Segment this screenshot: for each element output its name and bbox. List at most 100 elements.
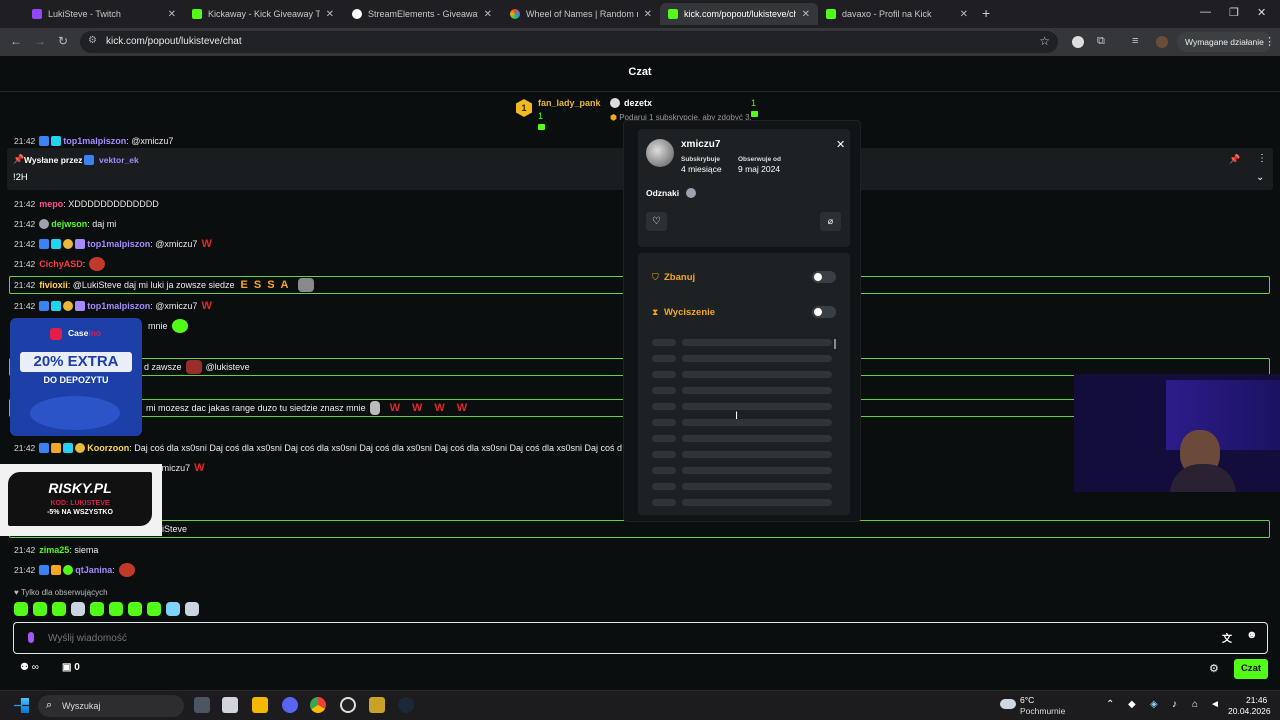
microphone-icon[interactable] (28, 632, 34, 643)
timestamp: 21:42 (14, 219, 36, 229)
username[interactable]: dejwson (51, 219, 87, 229)
minimize-icon[interactable]: — (1200, 6, 1211, 18)
reload-icon[interactable]: ↻ (58, 34, 68, 48)
volume-icon[interactable]: ◄ (1210, 699, 1220, 710)
media-icon[interactable]: ≡ (1132, 35, 1138, 47)
timestamp: 21:42 (14, 136, 36, 146)
timestamp: 21:42 (14, 565, 36, 575)
close-icon[interactable]: ✕ (326, 9, 334, 20)
obs-icon[interactable] (340, 697, 356, 713)
tray-app-icon[interactable]: ◈ (1150, 699, 1158, 710)
network-icon[interactable]: ⌂ (1192, 699, 1198, 710)
emote-icon[interactable] (185, 602, 199, 616)
badge-icon (51, 301, 62, 311)
emote-icon[interactable] (52, 602, 66, 616)
username[interactable]: top1malpiszon (63, 136, 126, 146)
mute-toggle[interactable] (812, 306, 836, 318)
clock-date[interactable]: 20.04.2026 (1228, 706, 1271, 716)
emote-icon[interactable] (109, 602, 123, 616)
risky-ad-banner[interactable]: RISKY.PL KOD: LUKISTEVE -5% NA WSZYSTKO (0, 464, 162, 536)
users-icon[interactable]: ⚉ ∞ (20, 662, 39, 673)
more-icon[interactable]: ⋮ (1257, 153, 1267, 164)
username[interactable]: top1malpiszon (87, 301, 150, 311)
url-text: kick.com/popout/lukisteve/chat (106, 36, 242, 47)
username[interactable]: fivioxii (39, 280, 68, 290)
emote-icon[interactable] (71, 602, 85, 616)
app-icon[interactable] (369, 697, 385, 713)
tray-app-icon[interactable]: ◆ (1128, 699, 1136, 710)
tray-chevron-icon[interactable]: ⌃ (1106, 699, 1114, 710)
points-counter[interactable]: ▣ 0 (62, 662, 80, 673)
username[interactable]: mepo (39, 199, 63, 209)
emote-icon[interactable] (166, 602, 180, 616)
mute-user-button[interactable]: ⌀ (820, 212, 841, 231)
required-action-button[interactable]: Wymagane działanie (1177, 32, 1272, 52)
discord-icon[interactable] (282, 697, 298, 713)
ad-risky-discount: -5% NA WSZYSTKO (47, 509, 113, 516)
close-icon[interactable]: ✕ (960, 9, 968, 20)
bookmark-star-icon[interactable]: ☆ (1039, 34, 1050, 48)
new-tab-button[interactable]: + (982, 5, 990, 21)
taskbar-search[interactable]: ⌕ Wyszukaj (38, 695, 184, 717)
tab-kick-chat[interactable]: kick.com/popout/lukisteve/chat ✕ (660, 3, 818, 25)
site-info-icon[interactable]: ⚙ (88, 35, 97, 46)
leaderboard-first-name[interactable]: fan_lady_pank (538, 98, 601, 108)
tab-streamelements[interactable]: StreamElements - Giveaways ✕ (344, 3, 500, 25)
pinned-user[interactable]: vektor_ek (99, 155, 139, 165)
chevron-down-icon[interactable]: ⌄ (1256, 172, 1264, 183)
emote-icon[interactable] (14, 602, 28, 616)
username[interactable]: top1malpiszon (87, 239, 150, 249)
menu-kebab-icon[interactable]: ⋮ (1264, 35, 1275, 48)
emote-icon[interactable] (128, 602, 142, 616)
close-icon[interactable]: ✕ (484, 9, 492, 20)
close-icon[interactable]: ✕ (802, 9, 810, 20)
emote-icon[interactable] (33, 602, 47, 616)
message-input[interactable]: 文 ☻ (13, 622, 1268, 654)
steam-icon[interactable] (398, 697, 414, 713)
translate-icon[interactable]: 文 (1222, 630, 1232, 645)
casino-ad-banner[interactable]: Caseino 20% EXTRA DO DEPOZYTU (10, 318, 142, 436)
profile-avatar[interactable] (1156, 36, 1168, 48)
close-icon[interactable]: ✕ (644, 9, 652, 20)
emote-w: W (201, 238, 212, 250)
emoji-icon[interactable]: ☻ (1246, 629, 1258, 641)
username[interactable]: CichyASD (39, 259, 83, 269)
skeleton-line (652, 419, 676, 426)
scrollbar[interactable] (834, 339, 836, 349)
folder-icon[interactable] (252, 697, 268, 713)
send-chat-button[interactable]: Czat (1234, 659, 1268, 679)
leaderboard-second-name[interactable]: dezetx (624, 98, 652, 108)
tab-twitch[interactable]: LukiSteve - Twitch ✕ (24, 3, 184, 25)
microphone-icon[interactable]: ♪ (1172, 699, 1177, 710)
chrome-icon[interactable] (310, 697, 326, 713)
badge-icon (51, 443, 62, 453)
settings-gear-icon[interactable]: ⚙ (1209, 662, 1219, 675)
task-view-icon[interactable] (194, 697, 210, 713)
username[interactable]: zima25 (39, 545, 69, 555)
omnibox[interactable]: ⚙ kick.com/popout/lukisteve/chat ☆ (80, 31, 1058, 53)
extension-icon[interactable] (1072, 36, 1084, 48)
close-window-icon[interactable]: ✕ (1257, 6, 1266, 19)
close-icon[interactable]: ✕ (168, 9, 176, 20)
clock-time[interactable]: 21:46 (1246, 695, 1267, 705)
emote-icon[interactable] (147, 602, 161, 616)
extensions-puzzle-icon[interactable]: ⧉ (1097, 35, 1105, 48)
username[interactable]: qtJanina (75, 565, 112, 575)
back-icon[interactable]: ← (10, 34, 22, 48)
close-icon[interactable]: ✕ (836, 138, 845, 151)
username[interactable]: Koorzoon (87, 443, 129, 453)
tab-wheel-of-names[interactable]: Wheel of Names | Random nam ✕ (502, 3, 660, 25)
timestamp: 21:42 (14, 443, 36, 453)
tab-kickaway[interactable]: Kickaway - Kick Giveaway Tool ✕ (184, 3, 342, 25)
windows-start-icon[interactable] (14, 698, 29, 713)
message-field[interactable] (48, 629, 1198, 647)
app-icon[interactable] (222, 697, 238, 713)
follow-heart-button[interactable]: ♡ (646, 212, 667, 231)
emote-icon[interactable] (90, 602, 104, 616)
unpin-icon[interactable]: 📌 (1229, 154, 1240, 165)
maximize-icon[interactable]: ❐ (1229, 6, 1239, 19)
forward-icon[interactable]: → (34, 34, 46, 48)
ban-toggle[interactable] (812, 271, 836, 283)
windows-taskbar: ⌕ Wyszukaj 6°C Pochmurnie ⌃ ◆ ◈ ♪ ⌂ ◄ 21… (0, 690, 1280, 720)
tab-davaxo[interactable]: davaxo - Profil na Kick ✕ (818, 3, 976, 25)
